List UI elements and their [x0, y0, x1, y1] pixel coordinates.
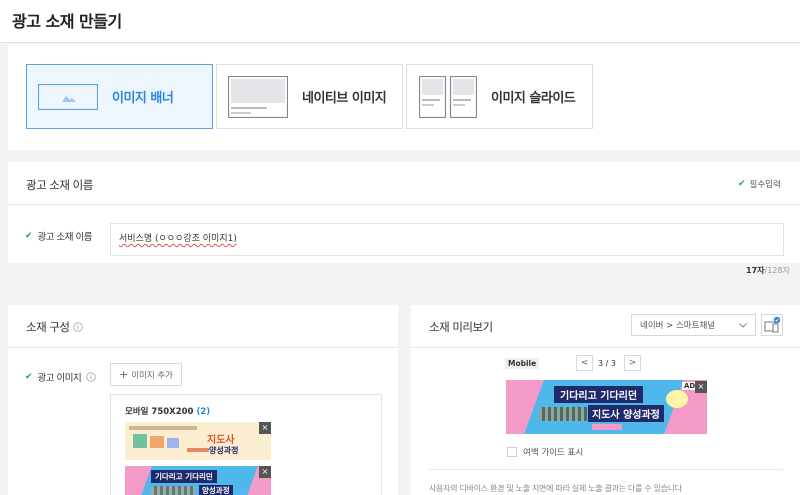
- preview-panel: 소재 미리보기 네이버 > 스마트채널 Mobile < 3 / 3 > 기다리…: [411, 305, 800, 495]
- close-icon[interactable]: ×: [695, 381, 707, 393]
- placement-select[interactable]: 네이버 > 스마트채널: [631, 314, 756, 336]
- thumb-headline: 지도사: [207, 435, 235, 446]
- page-indicator: 3 / 3: [598, 359, 616, 368]
- composition-panel: 소재 구성 ✔ 광고 이미지 + 이미지 추가 모바일 750X200 (2): [8, 305, 398, 495]
- required-label: 필수입력: [749, 180, 781, 190]
- plus-icon: +: [118, 368, 129, 381]
- type-card-image-slide[interactable]: 이미지 슬라이드: [406, 64, 593, 129]
- ad-image-label-group: ✔ 광고 이미지: [25, 370, 97, 384]
- thumb-headline: 기다리고 기다리던: [151, 470, 217, 483]
- field-label: 광고 소재 이름: [37, 232, 93, 243]
- image-list-title: 모바일 750X200 (2): [125, 407, 211, 417]
- image-list: 모바일 750X200 (2) 지도사 양성과정 × 기다리고 기다리던 양성과…: [110, 394, 382, 495]
- image-slide-icon: [419, 75, 477, 118]
- type-card-native-image[interactable]: 네이티브 이미지: [216, 64, 403, 129]
- mobile-badge: Mobile: [505, 358, 540, 369]
- section-title: 광고 소재 이름: [26, 178, 93, 192]
- thumb-graphic: [133, 434, 147, 448]
- check-icon: ✔: [25, 231, 33, 241]
- banner-cta: [592, 424, 622, 430]
- blurred-text: [539, 407, 587, 421]
- thumb-text-line: [187, 448, 209, 452]
- type-card-label: 이미지 배너: [112, 91, 174, 106]
- device-icon: [764, 316, 781, 333]
- name-field-label-group: ✔ 광고 소재 이름: [25, 229, 93, 243]
- prev-page-button[interactable]: <: [576, 355, 593, 371]
- creative-type-panel: 이미지 배너 네이티브 이미지 이미지 슬라이드: [8, 44, 800, 150]
- divider: [411, 347, 800, 348]
- thumb-text-line: [129, 426, 197, 430]
- close-icon[interactable]: ×: [259, 466, 271, 478]
- page-header: 광고 소재 만들기: [0, 0, 800, 43]
- composition-title-group: 소재 구성: [26, 319, 84, 335]
- divider: [8, 204, 800, 205]
- preview-disclaimer: 사용자의 디바이스 환경 및 노출 지면에 따라 실제 노출 결과는 다를 수 …: [429, 484, 682, 493]
- divider: [429, 469, 783, 470]
- creative-name-input[interactable]: 서비스명 (ㅇㅇㅇ강조 이미지1): [110, 223, 784, 256]
- name-char-counter: 17자/128자: [746, 266, 790, 275]
- check-icon: ✔: [738, 179, 746, 189]
- field-label: 광고 이미지: [37, 373, 82, 384]
- type-card-image-banner[interactable]: 이미지 배너: [26, 64, 213, 129]
- banner-sticker: [666, 390, 688, 408]
- thumb-graphic: [150, 436, 164, 448]
- margin-guide-checkbox[interactable]: [507, 447, 517, 457]
- creative-name-panel: 광고 소재 이름 ✔ 필수입력 ✔ 광고 소재 이름 서비스명 (ㅇㅇㅇ강조 이…: [8, 162, 800, 263]
- blurred-text: [151, 486, 195, 495]
- image-banner-icon: [38, 83, 98, 110]
- image-thumbnail[interactable]: 지도사 양성과정 ×: [125, 422, 271, 460]
- section-title: 소재 구성: [26, 320, 70, 334]
- close-icon[interactable]: ×: [259, 422, 271, 434]
- add-image-button[interactable]: + 이미지 추가: [110, 363, 182, 386]
- check-icon: ✔: [25, 372, 33, 382]
- info-icon[interactable]: [86, 372, 97, 382]
- banner-preview: 기다리고 기다리던 지도사 양성과정 AD ×: [506, 380, 707, 434]
- image-thumbnail[interactable]: 기다리고 기다리던 양성과정 ×: [125, 466, 271, 495]
- type-card-label: 네이티브 이미지: [302, 91, 387, 106]
- thumb-headline: 양성과정: [199, 485, 233, 495]
- thumb-headline: 양성과정: [209, 446, 239, 455]
- chevron-down-icon: [739, 322, 747, 328]
- info-icon[interactable]: [73, 322, 84, 332]
- creative-name-value: 서비스명 (ㅇㅇㅇ강조 이미지1): [119, 234, 237, 244]
- next-page-button[interactable]: >: [624, 355, 641, 371]
- thumb-graphic: [167, 438, 179, 448]
- type-card-label: 이미지 슬라이드: [491, 91, 576, 106]
- device-toggle-button[interactable]: [761, 314, 783, 336]
- native-image-icon: [228, 75, 288, 118]
- section-title: 소재 미리보기: [429, 320, 493, 334]
- thumb-shape: [125, 466, 152, 495]
- divider: [8, 347, 398, 348]
- required-indicator: ✔ 필수입력: [738, 178, 781, 190]
- banner-headline: 지도사 양성과정: [588, 405, 664, 422]
- banner-headline: 기다리고 기다리던: [554, 386, 644, 403]
- page-title: 광고 소재 만들기: [12, 12, 122, 31]
- margin-guide-label: 여백 가이드 표시: [523, 448, 584, 458]
